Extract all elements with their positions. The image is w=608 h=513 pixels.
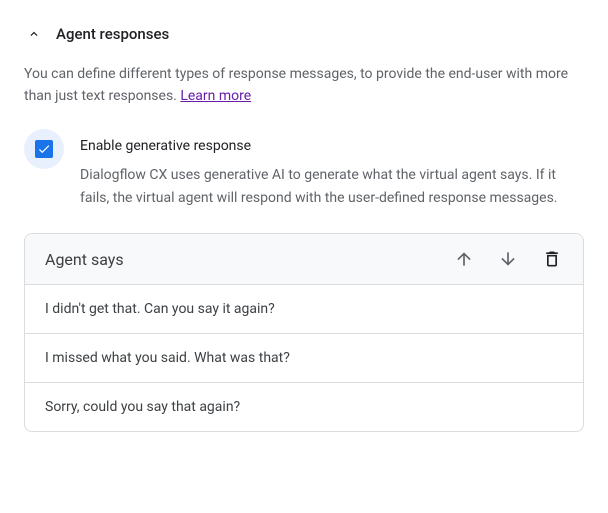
move-down-icon[interactable] [497,248,519,270]
table-row[interactable]: I missed what you said. What was that? [25,334,583,383]
description-text: You can define different types of respon… [24,66,568,104]
learn-more-link[interactable]: Learn more [180,88,251,104]
checkbox-description: Dialogflow CX uses generative AI to gene… [80,164,584,209]
table-row[interactable]: I didn't get that. Can you say it again? [25,285,583,334]
table-header-title: Agent says [45,250,124,269]
chevron-up-icon[interactable] [24,24,44,44]
move-up-icon[interactable] [453,248,475,270]
table-header: Agent says [25,234,583,285]
section-header: Agent responses [24,24,584,44]
section-description: You can define different types of respon… [24,64,584,107]
checkbox-checked-icon [35,140,53,158]
table-header-actions [453,248,563,270]
delete-icon[interactable] [541,248,563,270]
enable-generative-row: Enable generative response Dialogflow CX… [24,129,584,209]
enable-generative-checkbox[interactable] [24,129,64,169]
checkbox-label: Enable generative response [80,138,584,154]
agent-says-table: Agent says I didn't get that. Can you sa… [24,233,584,432]
section-title: Agent responses [56,25,169,43]
checkbox-content: Enable generative response Dialogflow CX… [80,129,584,209]
table-row[interactable]: Sorry, could you say that again? [25,383,583,431]
